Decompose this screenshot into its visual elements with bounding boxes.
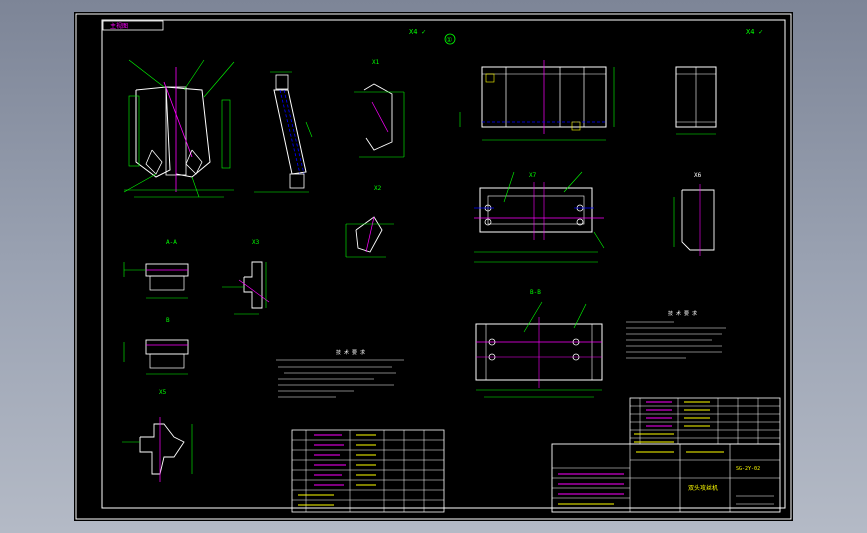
detail-view-x5: X5: [122, 389, 193, 482]
section-label-b: B: [166, 317, 170, 324]
cad-drawing-canvas[interactable]: 主视图 X4 ✓ ① X4 ✓ X1 X2 A-A X3 B X5 技 术 要 …: [74, 12, 793, 521]
section-label-aa: A-A: [166, 239, 177, 246]
roughness-mark-left: X4 ✓: [409, 28, 426, 36]
section-label-x2: X2: [374, 185, 382, 192]
title-block-code: SG-2Y-02: [736, 466, 760, 472]
plan-view-middle: [474, 171, 605, 263]
inner-frame: [101, 19, 786, 509]
view-b: B: [123, 317, 189, 375]
bom-table-right: [629, 397, 781, 445]
top-view-frame: [459, 60, 615, 141]
circled-number: ①: [446, 36, 452, 44]
detail-view-x3: X3: [222, 239, 270, 315]
tech-req-title-right: 技 术 要 求: [668, 310, 697, 317]
section-label-bb: B-B: [530, 289, 541, 296]
end-view-right: [675, 66, 717, 135]
section-view-bb: B-B: [475, 289, 603, 398]
section-label-x6: X6: [694, 172, 702, 179]
section-label-x3: X3: [252, 239, 260, 246]
detail-view-x2: X2: [345, 185, 394, 258]
detail-view-x6: X6: [673, 172, 715, 256]
section-label-x7: X7: [529, 172, 537, 179]
section-label-x1: X1: [372, 59, 380, 66]
side-view-slanted: [254, 71, 313, 193]
title-block: 双头攻丝机 SG-2Y-02: [551, 443, 781, 513]
front-view-main: [123, 59, 235, 198]
section-label-x5: X5: [159, 389, 167, 396]
tech-req-title-middle: 技 术 要 求: [336, 349, 365, 356]
bom-table-middle: [291, 429, 445, 513]
title-block-name: 双头攻丝机: [688, 484, 718, 492]
detail-view-x1: X1: [354, 59, 405, 158]
section-view-aa: A-A: [123, 239, 189, 299]
roughness-mark-right: X4 ✓: [746, 28, 763, 36]
tech-requirements-middle: 技 术 要 求: [276, 349, 404, 398]
cad-drawing: 主视图 X4 ✓ ① X4 ✓ X1 X2 A-A X3 B X5 技 术 要 …: [75, 13, 792, 520]
tech-requirements-right: 技 术 要 求: [626, 310, 726, 359]
top-left-label: 主视图: [110, 22, 128, 30]
